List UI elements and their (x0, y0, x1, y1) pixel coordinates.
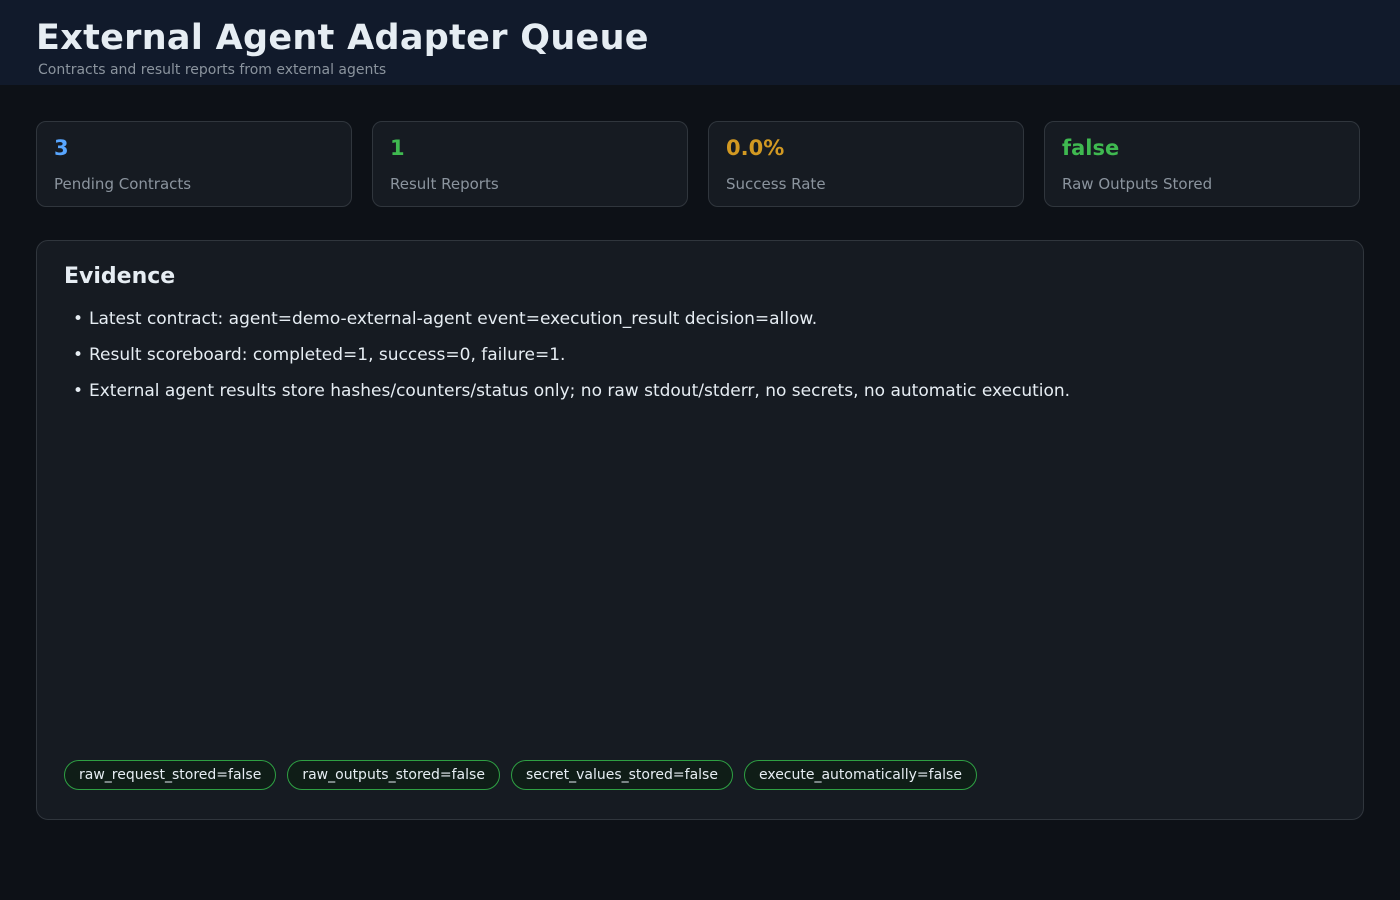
chip-raw-request-stored: raw_request_stored=false (64, 760, 277, 790)
evidence-item-result-scoreboard: • Result scoreboard: completed=1, success… (73, 345, 1070, 381)
chip-execute-automatically: execute_automatically=false (743, 760, 977, 790)
policy-chip-row: raw_request_stored=false raw_outputs_sto… (64, 760, 977, 790)
stat-value-result-reports: 1 (390, 136, 405, 160)
stat-value-success-rate: 0.0% (726, 136, 785, 160)
stat-value-pending-contracts: 3 (54, 136, 69, 160)
evidence-item-latest-contract: • Latest contract: agent=demo-external-ag… (73, 309, 1070, 345)
evidence-panel: Evidence • Latest contract: agent=demo-ex… (36, 240, 1364, 820)
stat-card-raw-outputs-stored: false Raw Outputs Stored (1044, 121, 1360, 207)
page-subtitle: Contracts and result reports from extern… (38, 62, 387, 78)
stat-card-success-rate: 0.0% Success Rate (708, 121, 1024, 207)
stat-card-result-reports: 1 Result Reports (372, 121, 688, 207)
chip-secret-values-stored: secret_values_stored=false (510, 760, 733, 790)
stat-label-result-reports: Result Reports (390, 175, 499, 193)
evidence-item-text: Latest contract: agent=demo-external-age… (89, 309, 818, 329)
evidence-item-text: External agent results store hashes/coun… (89, 381, 1071, 401)
evidence-title: Evidence (64, 264, 176, 289)
stat-label-pending-contracts: Pending Contracts (54, 175, 192, 193)
evidence-list: • Latest contract: agent=demo-external-ag… (73, 309, 1070, 417)
bullet-glyph: • (73, 309, 84, 329)
page-header: External Agent Adapter Queue Contracts a… (0, 0, 1400, 85)
stat-value-raw-outputs-stored: false (1062, 136, 1120, 160)
chip-raw-outputs-stored: raw_outputs_stored=false (287, 760, 500, 790)
bullet-glyph: • (73, 345, 84, 365)
evidence-item-storage-policy: • External agent results store hashes/cou… (73, 381, 1070, 417)
stat-label-raw-outputs-stored: Raw Outputs Stored (1062, 175, 1213, 193)
bullet-glyph: • (73, 381, 84, 401)
stat-label-success-rate: Success Rate (726, 175, 826, 193)
stat-card-pending-contracts: 3 Pending Contracts (36, 121, 352, 207)
evidence-item-text: Result scoreboard: completed=1, success=… (89, 345, 566, 365)
page-title: External Agent Adapter Queue (36, 18, 649, 58)
